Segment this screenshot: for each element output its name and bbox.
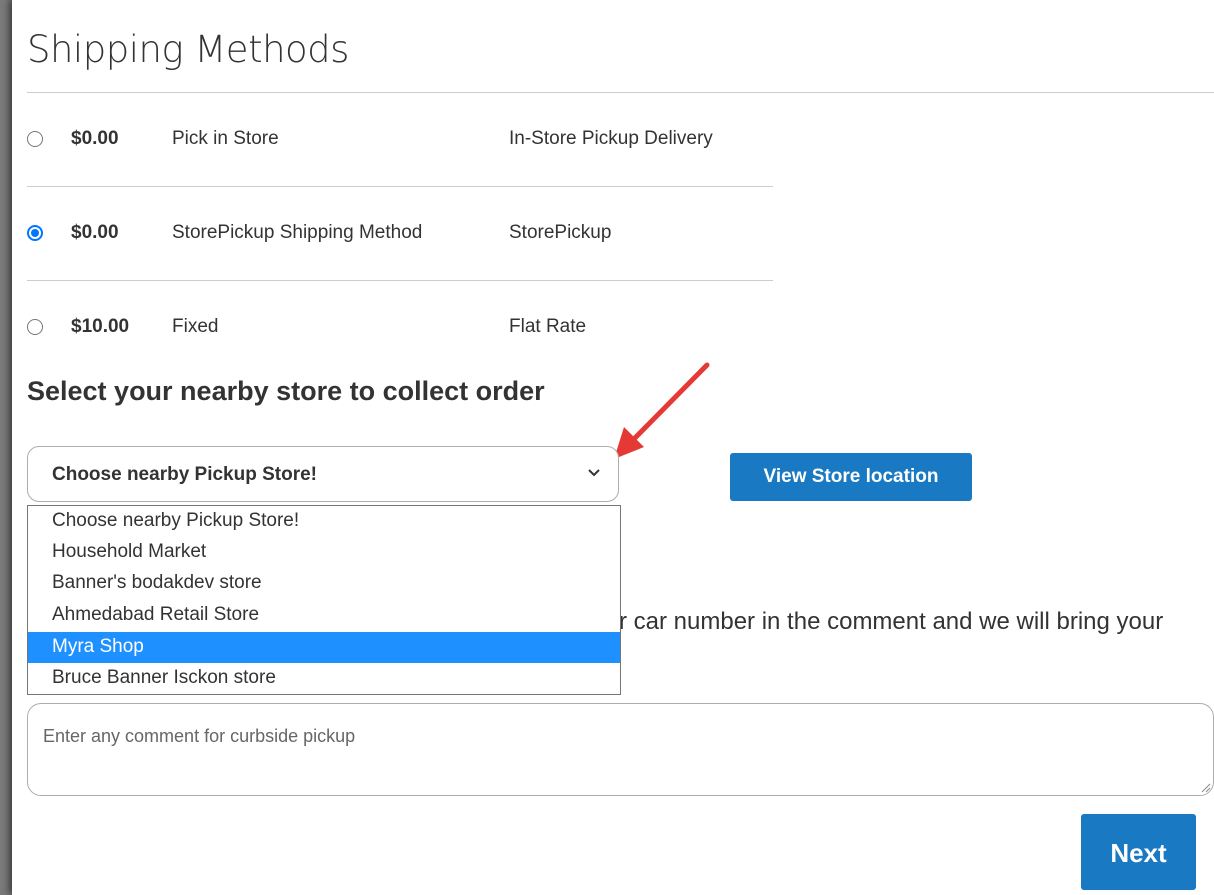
dropdown-option[interactable]: Ahmedabad Retail Store (28, 600, 620, 631)
next-label: Next (1110, 838, 1167, 868)
store-section-title: Select your nearby store to collect orde… (27, 376, 545, 406)
checkout-panel: Shipping Methods $0.00 Pick in Store In-… (12, 0, 1214, 895)
method-title: Fixed (172, 315, 219, 337)
view-store-location-label: View Store location (763, 466, 939, 487)
curbside-info-text: r car number in the comment and we will … (619, 608, 1164, 635)
shipping-method-row[interactable]: $0.00 Pick in Store In-Store Pickup Deli… (27, 92, 773, 185)
next-button[interactable]: Next (1081, 814, 1196, 890)
store-dropdown-list[interactable]: Choose nearby Pickup Store! Household Ma… (27, 505, 621, 695)
red-arrow-icon (614, 362, 710, 459)
method-title: Pick in Store (172, 127, 279, 149)
pickup-store-select[interactable]: Choose nearby Pickup Store! (27, 446, 619, 502)
curbside-comment-textarea[interactable]: Enter any comment for curbside pickup (27, 703, 1214, 796)
comment-placeholder: Enter any comment for curbside pickup (43, 726, 356, 746)
method-title: StorePickup Shipping Method (172, 221, 423, 243)
view-store-location-button[interactable]: View Store location (730, 453, 972, 501)
dropdown-option[interactable]: Banner's bodakdev store (28, 568, 620, 599)
shipping-radio[interactable] (27, 318, 43, 335)
method-price: $10.00 (71, 315, 130, 337)
method-price: $0.00 (71, 127, 119, 149)
shipping-radio-selected[interactable] (27, 224, 43, 241)
dropdown-option[interactable]: Choose nearby Pickup Store! (28, 506, 620, 537)
carrier-title: Flat Rate (509, 315, 587, 337)
chevron-down-icon (588, 469, 600, 477)
select-value: Choose nearby Pickup Store! (52, 464, 318, 485)
carrier-title: StorePickup (509, 221, 612, 243)
resize-grip-icon[interactable] (1199, 781, 1211, 793)
shipping-method-row[interactable]: $0.00 StorePickup Shipping Method StoreP… (27, 186, 773, 279)
shipping-radio[interactable] (27, 130, 43, 147)
dropdown-option[interactable]: Household Market (28, 537, 620, 568)
dropdown-option[interactable]: Bruce Banner Isckon store (28, 663, 620, 694)
carrier-title: In-Store Pickup Delivery (509, 127, 713, 149)
method-price: $0.00 (71, 221, 119, 243)
page-title: Shipping Methods (27, 28, 349, 71)
dropdown-option-highlighted[interactable]: Myra Shop (28, 632, 620, 663)
